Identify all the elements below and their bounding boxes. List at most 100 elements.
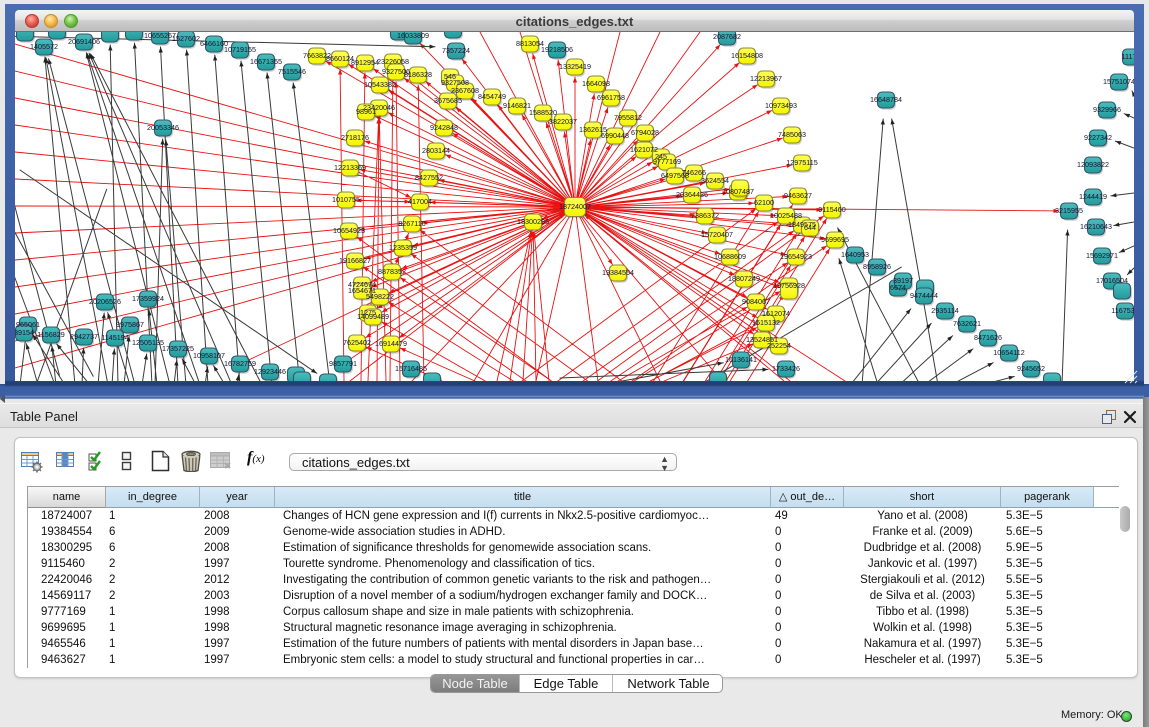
svg-text:10654923: 10654923	[333, 226, 365, 235]
svg-text:18807249: 18807249	[728, 274, 760, 283]
svg-text:2935114: 2935114	[931, 306, 958, 315]
svg-text:18300295: 18300295	[517, 217, 549, 226]
svg-text:6794028: 6794028	[631, 128, 659, 137]
svg-text:15751074: 15751074	[1103, 77, 1134, 86]
svg-text:16033809: 16033809	[397, 32, 429, 40]
svg-text:7386372: 7386372	[691, 211, 719, 220]
svg-text:9857791: 9857791	[329, 359, 357, 368]
svg-text:3822037: 3822037	[549, 117, 577, 126]
svg-text:9699695: 9699695	[821, 235, 849, 244]
svg-text:9084067: 9084067	[742, 297, 770, 306]
svg-text:7485063: 7485063	[778, 130, 806, 139]
svg-text:3675685: 3675685	[434, 96, 462, 105]
svg-text:19384554: 19384554	[602, 268, 634, 277]
svg-text:9329966: 9329966	[1093, 105, 1121, 114]
svg-text:8958926: 8958926	[863, 262, 891, 271]
svg-text:12975115: 12975115	[786, 158, 817, 167]
svg-text:19218506: 19218506	[541, 45, 573, 54]
svg-text:5498222: 5498222	[366, 292, 394, 301]
svg-text:9115460: 9115460	[818, 205, 845, 214]
svg-text:11178: 11178	[1122, 52, 1134, 61]
svg-text:15716485: 15716485	[395, 364, 427, 373]
svg-text:8660124: 8660124	[326, 54, 354, 63]
svg-text:15692971: 15692971	[1086, 251, 1118, 260]
svg-text:17016504: 17016504	[1096, 276, 1128, 285]
svg-text:6990448: 6990448	[601, 131, 629, 140]
svg-text:8878352: 8878352	[378, 267, 406, 276]
svg-text:39197: 39197	[893, 276, 913, 285]
svg-text:1615132: 1615132	[752, 318, 780, 327]
svg-text:2087682: 2087682	[713, 32, 741, 41]
svg-text:3624554: 3624554	[701, 176, 729, 185]
svg-text:1156829: 1156829	[37, 330, 64, 339]
svg-text:1145194: 1145194	[101, 333, 128, 342]
svg-text:9146821: 9146821	[503, 101, 531, 110]
svg-text:16154808: 16154808	[731, 51, 763, 60]
svg-text:8813054: 8813054	[516, 39, 544, 48]
svg-text:9242848: 9242848	[430, 123, 458, 132]
svg-text:14099489: 14099489	[357, 312, 389, 321]
svg-text:17357225: 17357225	[162, 344, 194, 353]
svg-text:1664098: 1664098	[582, 79, 610, 88]
svg-text:12093822: 12093822	[1077, 160, 1109, 169]
svg-text:8454749: 8454749	[478, 92, 506, 101]
svg-text:13325419: 13325419	[559, 62, 591, 71]
svg-text:20053346: 20053346	[147, 123, 179, 132]
svg-text:10973493: 10973493	[765, 101, 797, 110]
svg-text:1588520: 1588520	[529, 108, 557, 117]
svg-text:10543382: 10543382	[364, 80, 396, 89]
svg-text:10025488: 10025488	[770, 211, 802, 220]
svg-text:10807487: 10807487	[722, 187, 754, 196]
svg-text:1010755: 1010755	[332, 195, 360, 204]
svg-text:1235359: 1235359	[389, 243, 417, 252]
svg-text:644: 644	[804, 223, 816, 232]
svg-text:9975867: 9975867	[116, 320, 144, 329]
svg-text:16782759: 16782759	[224, 359, 256, 368]
svg-text:12505135: 12505135	[132, 338, 164, 347]
svg-text:6961758: 6961758	[597, 93, 625, 102]
svg-text:20364436: 20364436	[676, 190, 708, 199]
svg-text:19166827: 19166827	[339, 256, 371, 265]
svg-text:20691406: 20691406	[68, 37, 100, 46]
svg-text:2803144: 2803144	[422, 146, 450, 155]
svg-text:17359924: 17359924	[132, 294, 164, 303]
svg-text:1640953: 1640953	[841, 250, 869, 259]
svg-text:1527602: 1527602	[172, 34, 200, 43]
svg-text:7357224: 7357224	[442, 46, 470, 55]
svg-text:18724007: 18724007	[559, 202, 591, 211]
svg-text:23226058: 23226058	[377, 57, 409, 66]
svg-text:19756928: 19756928	[773, 281, 805, 290]
svg-text:16136141: 16136141	[725, 355, 757, 364]
svg-text:12213369: 12213369	[334, 163, 366, 172]
svg-text:12213967: 12213967	[750, 74, 782, 83]
svg-text:8471626: 8471626	[974, 333, 1002, 342]
svg-text:1405572: 1405572	[30, 42, 58, 51]
svg-text:19654923: 19654923	[780, 252, 812, 261]
svg-text:1244419: 1244419	[1079, 192, 1107, 201]
svg-text:20206526: 20206526	[89, 297, 121, 306]
svg-text:9245652: 9245652	[1017, 364, 1045, 373]
svg-text:2718176: 2718176	[341, 133, 369, 142]
svg-text:1167533: 1167533	[1111, 306, 1134, 315]
svg-text:9463627: 9463627	[784, 191, 812, 200]
svg-text:10719155: 10719155	[224, 45, 256, 54]
svg-text:1733426: 1733426	[772, 364, 800, 373]
svg-text:16648784: 16648784	[870, 95, 902, 104]
svg-text:9474444: 9474444	[910, 291, 938, 300]
svg-text:10958107: 10958107	[193, 351, 225, 360]
svg-text:2942737: 2942737	[70, 332, 98, 341]
svg-text:7632621: 7632621	[953, 319, 981, 328]
svg-text:15720407: 15720407	[701, 230, 733, 239]
svg-text:98961: 98961	[356, 107, 376, 116]
svg-text:12923446: 12923446	[254, 367, 286, 376]
svg-text:7625402: 7625402	[343, 338, 371, 347]
svg-text:10654112: 10654112	[993, 348, 1024, 357]
svg-text:39154: 39154	[15, 328, 34, 337]
svg-text:16210643: 16210643	[1080, 222, 1112, 231]
svg-text:7955812: 7955812	[614, 113, 642, 122]
svg-text:16671355: 16671355	[250, 57, 282, 66]
svg-text:3215955: 3215955	[1055, 206, 1083, 215]
svg-text:16914479: 16914479	[375, 339, 407, 348]
svg-text:1612074: 1612074	[762, 309, 790, 318]
svg-text:10688609: 10688609	[714, 252, 746, 261]
